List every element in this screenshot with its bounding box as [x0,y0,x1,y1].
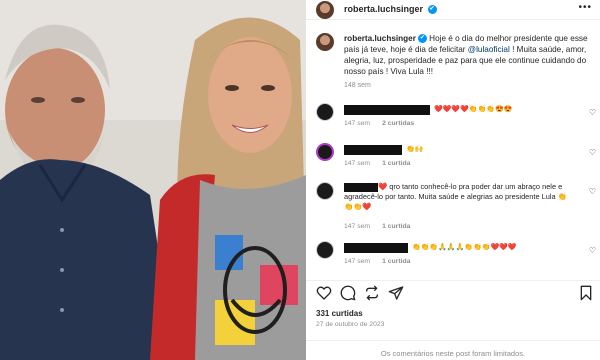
redacted-username [344,145,402,155]
caption-text: roberta.luchsinger ✔ Hoje é o dia do melh… [344,33,596,77]
comment-time: 147 sem [344,223,371,230]
comment-meta: 147 sem 1 curtida [344,258,422,265]
like-comment-heart-icon[interactable]: ♡ [589,246,596,255]
comment-time: 147 sem [344,160,371,167]
likes-count[interactable]: 331 curtidas [316,309,363,318]
comment-avatar[interactable] [316,103,334,121]
comment-text: ❤️ qro tanto conhecê-lo pra poder dar um… [344,182,574,212]
comments-limited-notice: Os comentários neste post foram limitado… [306,340,600,360]
share-icon[interactable] [364,285,380,301]
comment-avatar[interactable] [316,182,334,200]
redacted-username [344,182,378,192]
comment-text: 👏🙌 [406,146,424,153]
username-link[interactable]: roberta.luchsinger ✔ [344,4,437,15]
comment-time: 147 sem [344,120,371,127]
comment-text: 👏👏👏🙏🙏🙏👏👏👏❤️❤️❤️ [412,244,517,251]
redacted-username [344,243,408,253]
comment-meta: 147 sem 1 curtida [344,223,422,230]
redacted-username [344,105,430,115]
caption-avatar[interactable] [316,33,334,51]
comment-avatar[interactable] [316,143,334,161]
comment-likes[interactable]: 1 curtida [382,258,410,265]
comment-heart: ❤️ [378,182,388,191]
send-icon[interactable] [388,285,404,301]
like-comment-heart-icon[interactable]: ♡ [589,108,596,117]
post-image [0,0,306,360]
more-options-icon[interactable]: ••• [578,2,592,13]
like-comment-heart-icon[interactable]: ♡ [589,187,596,196]
action-bar [306,280,600,304]
verified-badge-icon: ✔ [417,34,427,44]
post-date: 27 de outubro de 2023 [316,321,385,328]
post-panel: roberta.luchsinger ✔ ••• roberta.luchsin… [306,0,600,360]
avatar[interactable] [316,1,334,19]
post-header: roberta.luchsinger ✔ ••• [306,0,600,20]
bookmark-icon[interactable] [578,285,594,301]
like-comment-heart-icon[interactable]: ♡ [589,148,596,157]
header-username[interactable]: roberta.luchsinger [344,4,423,14]
caption-time: 148 sem [344,82,371,89]
comment-time: 147 sem [344,258,371,265]
comment-text: ❤️❤️❤️❤️👏👏👏😍😍 [434,106,513,113]
comment-likes[interactable]: 2 curtidas [382,120,414,127]
comment-likes[interactable]: 1 curtida [382,223,410,230]
comment-likes[interactable]: 1 curtida [382,160,410,167]
post-photo [0,0,306,360]
comment-meta: 147 sem 1 curtida [344,160,422,167]
comment-avatar[interactable] [316,241,334,259]
caption-username[interactable]: roberta.luchsinger [344,34,416,43]
heart-icon[interactable] [316,285,332,301]
mention-link[interactable]: @lulaoficial [468,45,510,54]
verified-badge-icon: ✔ [427,5,437,15]
comment-meta: 147 sem 2 curtidas [344,120,426,127]
comment-icon[interactable] [340,285,356,301]
